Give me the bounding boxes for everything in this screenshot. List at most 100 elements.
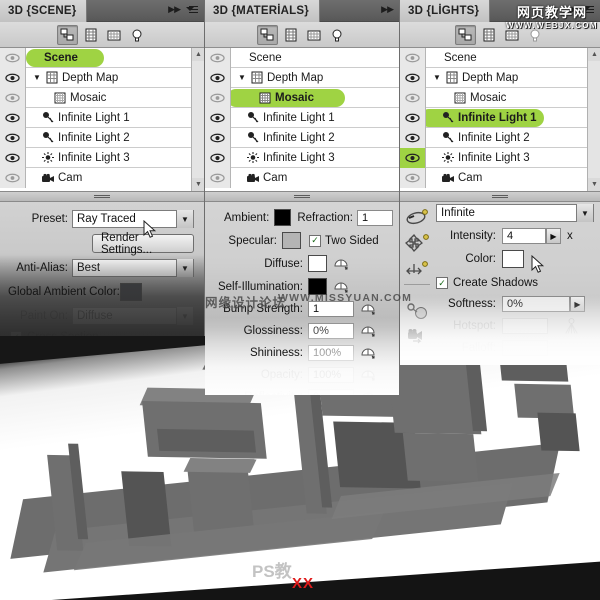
visibility-toggle[interactable] bbox=[400, 47, 426, 68]
tree-row[interactable]: Infinite Light 1 bbox=[0, 107, 204, 128]
mesh-filter-icon[interactable] bbox=[280, 25, 301, 45]
rotate-light-tool-icon[interactable] bbox=[400, 204, 436, 230]
scene-tree-scrollbar[interactable]: ▲ ▼ bbox=[191, 48, 204, 191]
intensity-field[interactable]: 4 bbox=[502, 228, 546, 244]
panel-splitter[interactable] bbox=[205, 191, 399, 202]
tab-3d-scene[interactable]: 3D {SCENE} bbox=[0, 0, 88, 22]
visibility-toggle[interactable] bbox=[0, 87, 26, 108]
texture-map-icon[interactable] bbox=[361, 390, 376, 395]
tree-row[interactable]: Scene bbox=[205, 47, 399, 68]
visibility-toggle[interactable] bbox=[400, 127, 426, 148]
tree-row[interactable]: Infinite Light 2 bbox=[0, 127, 204, 148]
move-to-current-view-tool-icon[interactable] bbox=[400, 324, 436, 350]
tree-row[interactable]: Mosaic bbox=[0, 87, 204, 108]
panel-splitter[interactable] bbox=[0, 191, 204, 202]
scene-filter-icon[interactable] bbox=[57, 24, 78, 45]
tree-row[interactable]: Mosaic bbox=[400, 87, 600, 108]
lights-filter-icon[interactable] bbox=[326, 25, 347, 45]
chevron-down-icon[interactable]: ▼ bbox=[176, 210, 193, 228]
shininess-field[interactable]: 100% bbox=[308, 345, 354, 361]
panel-3d-lights[interactable]: 3D {LİGHTS} ▶▶ Scene ▼ Depth Map Mosaic … bbox=[400, 0, 600, 365]
lights-tree-scrollbar[interactable]: ▲ ▼ bbox=[587, 48, 600, 191]
hotspot-field[interactable] bbox=[502, 318, 548, 334]
panel-collapse-arrows-icon[interactable]: ▶▶ bbox=[381, 4, 394, 15]
tree-row[interactable]: Cam bbox=[400, 168, 600, 188]
panel-collapse-arrows-icon[interactable]: ▶▶ bbox=[168, 4, 181, 15]
tree-row[interactable]: Infinite Light 3 bbox=[0, 147, 204, 168]
tree-row[interactable]: Mosaic bbox=[205, 87, 399, 108]
texture-map-icon[interactable] bbox=[361, 368, 376, 382]
panel-splitter[interactable] bbox=[400, 191, 600, 202]
refraction-field[interactable]: 1 bbox=[356, 209, 393, 226]
visibility-toggle[interactable] bbox=[400, 147, 426, 168]
specular-color-swatch[interactable] bbox=[282, 232, 301, 249]
diffuse-color-swatch[interactable] bbox=[308, 255, 327, 272]
visibility-toggle[interactable] bbox=[400, 87, 426, 108]
softness-stepper-button[interactable]: ▶ bbox=[570, 296, 585, 312]
visibility-toggle[interactable] bbox=[0, 47, 26, 68]
ambient-color-swatch[interactable] bbox=[274, 209, 292, 226]
softness-field[interactable]: 0% bbox=[502, 296, 570, 312]
tree-row[interactable]: Cam bbox=[0, 168, 204, 188]
texture-map-icon[interactable] bbox=[361, 346, 376, 360]
falloff-field[interactable] bbox=[502, 340, 548, 356]
texture-map-icon[interactable] bbox=[361, 302, 376, 316]
scroll-up-icon[interactable]: ▲ bbox=[588, 48, 600, 61]
global-ambient-color-swatch[interactable] bbox=[120, 283, 142, 301]
tree-row[interactable]: ▼ Depth Map bbox=[400, 67, 600, 88]
lights-settings-section[interactable]: Infinite ▼ Intensity: 4 ▶ x Color: ✓ Cre… bbox=[400, 202, 600, 365]
chevron-down-icon[interactable]: ▼ bbox=[576, 204, 593, 222]
tree-row[interactable]: ▼ Depth Map bbox=[0, 67, 204, 88]
mesh-filter-icon[interactable] bbox=[80, 25, 101, 45]
tree-row[interactable]: Infinite Light 2 bbox=[205, 127, 399, 148]
intensity-stepper-button[interactable]: ▶ bbox=[546, 228, 561, 244]
visibility-toggle[interactable] bbox=[205, 127, 231, 148]
twisty-open-icon[interactable]: ▼ bbox=[30, 73, 44, 82]
panel-3d-scene[interactable]: 3D {SCENE} ▶▶ Scene ▼ Depth Map Mosaic I… bbox=[0, 0, 205, 336]
visibility-toggle[interactable] bbox=[205, 147, 231, 168]
tab-3d-lights[interactable]: 3D {LİGHTS} bbox=[400, 0, 491, 22]
scene-tree-list[interactable]: Scene ▼ Depth Map Mosaic Infinite Light … bbox=[0, 47, 204, 191]
tab-3d-materials[interactable]: 3D {MATERİALS} bbox=[205, 0, 320, 22]
visibility-toggle[interactable] bbox=[400, 168, 426, 188]
tree-row[interactable]: Infinite Light 1 bbox=[400, 107, 600, 128]
tree-row[interactable]: ▼ Depth Map bbox=[205, 67, 399, 88]
two-sided-checkbox[interactable]: ✓ bbox=[309, 234, 321, 247]
light-type-dropdown[interactable]: Infinite ▼ bbox=[436, 204, 594, 222]
panel-menu-icon[interactable] bbox=[186, 4, 200, 17]
visibility-toggle[interactable] bbox=[205, 87, 231, 108]
chevron-down-icon[interactable]: ▼ bbox=[176, 259, 193, 277]
visibility-toggle[interactable] bbox=[400, 107, 426, 128]
cross-section-checkbox[interactable]: ✓ bbox=[10, 331, 22, 336]
slide-light-tool-icon[interactable] bbox=[400, 256, 436, 282]
visibility-toggle[interactable] bbox=[205, 107, 231, 128]
visibility-toggle[interactable] bbox=[400, 67, 426, 88]
scene-filter-icon[interactable] bbox=[257, 24, 278, 45]
mesh-filter-icon[interactable] bbox=[478, 25, 499, 45]
materials-filter-icon[interactable] bbox=[103, 25, 124, 45]
twisty-open-icon[interactable]: ▼ bbox=[430, 73, 444, 82]
create-shadows-checkbox[interactable]: ✓ bbox=[436, 277, 448, 289]
visibility-toggle[interactable] bbox=[0, 147, 26, 168]
lights-filter-icon[interactable] bbox=[126, 25, 147, 45]
glossiness-field[interactable]: 0% bbox=[308, 323, 354, 339]
lights-tree-list[interactable]: Scene ▼ Depth Map Mosaic Infinite Light … bbox=[400, 47, 600, 191]
texture-map-icon[interactable] bbox=[334, 257, 349, 271]
tree-row[interactable]: Infinite Light 3 bbox=[205, 147, 399, 168]
materials-filter-icon[interactable] bbox=[303, 25, 324, 45]
visibility-toggle[interactable] bbox=[0, 67, 26, 88]
scroll-down-icon[interactable]: ▼ bbox=[588, 178, 600, 191]
visibility-toggle[interactable] bbox=[0, 168, 26, 188]
twisty-open-icon[interactable]: ▼ bbox=[235, 73, 249, 82]
pan-light-tool-icon[interactable] bbox=[400, 230, 436, 256]
paint-on-dropdown[interactable]: Diffuse ▼ bbox=[72, 307, 194, 325]
tree-row[interactable]: Infinite Light 1 bbox=[205, 107, 399, 128]
visibility-toggle[interactable] bbox=[0, 107, 26, 128]
scene-settings-section[interactable]: Preset: Ray Traced ▼ Render Settings... … bbox=[0, 202, 204, 336]
panel-scene-filter-toolbar[interactable] bbox=[0, 22, 204, 48]
chevron-down-icon[interactable]: ▼ bbox=[176, 307, 193, 325]
tree-row[interactable]: Cam bbox=[205, 168, 399, 188]
reflectivity-field[interactable]: 0 bbox=[308, 389, 354, 395]
light-tool-strip[interactable] bbox=[400, 204, 436, 350]
preset-dropdown[interactable]: Ray Traced ▼ bbox=[72, 210, 194, 228]
